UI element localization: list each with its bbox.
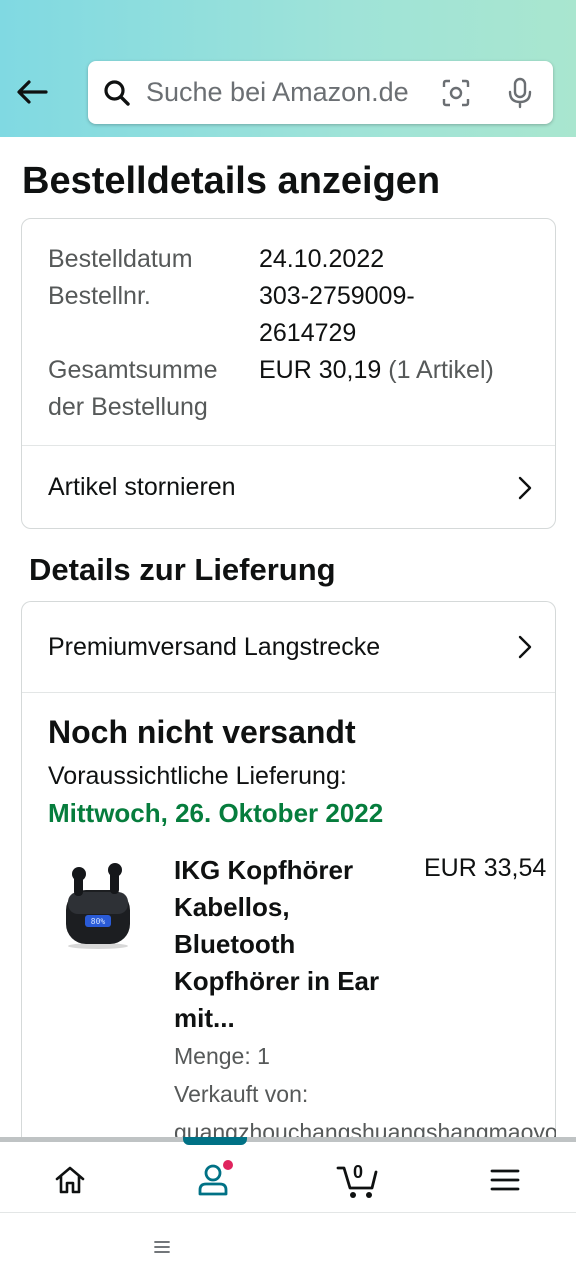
- app-header: Suche bei Amazon.de: [0, 0, 576, 137]
- system-navigation-bar: [0, 1212, 576, 1280]
- system-menu-button[interactable]: [150, 1235, 174, 1259]
- nav-account-button[interactable]: [185, 1152, 245, 1208]
- active-tab-indicator: [183, 1137, 247, 1145]
- shipping-method-row[interactable]: Premiumversand Langstrecke: [22, 602, 555, 692]
- cart-count-badge: 0: [352, 1162, 363, 1182]
- chevron-right-icon: [515, 475, 535, 501]
- nav-menu-button[interactable]: [475, 1152, 535, 1208]
- order-date-value: 24.10.2022: [259, 245, 385, 273]
- back-button[interactable]: [12, 72, 52, 112]
- order-item-count: (1 Artikel): [388, 356, 494, 384]
- order-total-label-line2: der Bestellung: [48, 393, 208, 421]
- search-placeholder: Suche bei Amazon.de: [146, 77, 409, 107]
- order-number-value-line2: 2614729: [259, 319, 357, 347]
- search-input[interactable]: Suche bei Amazon.de: [88, 61, 553, 124]
- order-date-label: Bestelldatum: [48, 245, 193, 273]
- notification-dot: [223, 1160, 233, 1170]
- delivery-section-title: Details zur Lieferung: [29, 552, 336, 587]
- order-total-value: EUR 30,19 (1 Artikel): [259, 352, 494, 389]
- svg-text:80%: 80%: [91, 917, 106, 926]
- bottom-navigation: 0: [0, 1137, 576, 1212]
- microphone-icon[interactable]: [503, 76, 537, 110]
- menu-icon: [490, 1169, 520, 1191]
- product-price: EUR 33,54: [424, 854, 547, 882]
- nav-home-button[interactable]: [40, 1152, 100, 1208]
- cancel-items-button[interactable]: Artikel stornieren: [22, 446, 555, 529]
- order-number-label: Bestellnr.: [48, 282, 151, 310]
- order-total-amount: EUR 30,19: [259, 356, 382, 384]
- sold-by-label: Verkauft von:: [174, 1081, 309, 1107]
- shipping-method-label: Premiumversand Langstrecke: [48, 632, 381, 661]
- search-icon: [102, 78, 132, 108]
- order-total-label-line1: Gesamtsumme: [48, 356, 218, 384]
- product-image[interactable]: 80%: [52, 860, 144, 952]
- home-icon: [55, 1166, 85, 1194]
- menu-lines-icon: [154, 1241, 170, 1253]
- cancel-items-label: Artikel stornieren: [48, 473, 236, 501]
- order-number-value-line1: 303-2759009-: [259, 282, 415, 310]
- page-title: Bestelldetails anzeigen: [22, 160, 441, 202]
- delivery-card: Premiumversand Langstrecke Noch nicht ve…: [21, 601, 556, 1161]
- nav-cart-button[interactable]: 0: [328, 1152, 388, 1208]
- product-title-link[interactable]: IKG Kopfhörer Kabellos, Bluetooth Kopfhö…: [174, 852, 414, 1037]
- user-icon: [198, 1160, 233, 1196]
- arrow-left-icon: [17, 80, 48, 104]
- chevron-right-icon: [515, 634, 535, 660]
- expected-delivery-label: Voraussichtliche Lieferung:: [48, 762, 347, 790]
- camera-scan-icon[interactable]: [439, 76, 473, 110]
- expected-delivery-date: Mittwoch, 26. Oktober 2022: [48, 798, 384, 828]
- product-quantity: Menge: 1: [174, 1043, 270, 1069]
- order-summary-card: Bestelldatum 24.10.2022 Bestellnr. 303-2…: [21, 218, 556, 529]
- divider: [22, 692, 555, 693]
- shipment-status: Noch nicht versandt: [48, 714, 356, 750]
